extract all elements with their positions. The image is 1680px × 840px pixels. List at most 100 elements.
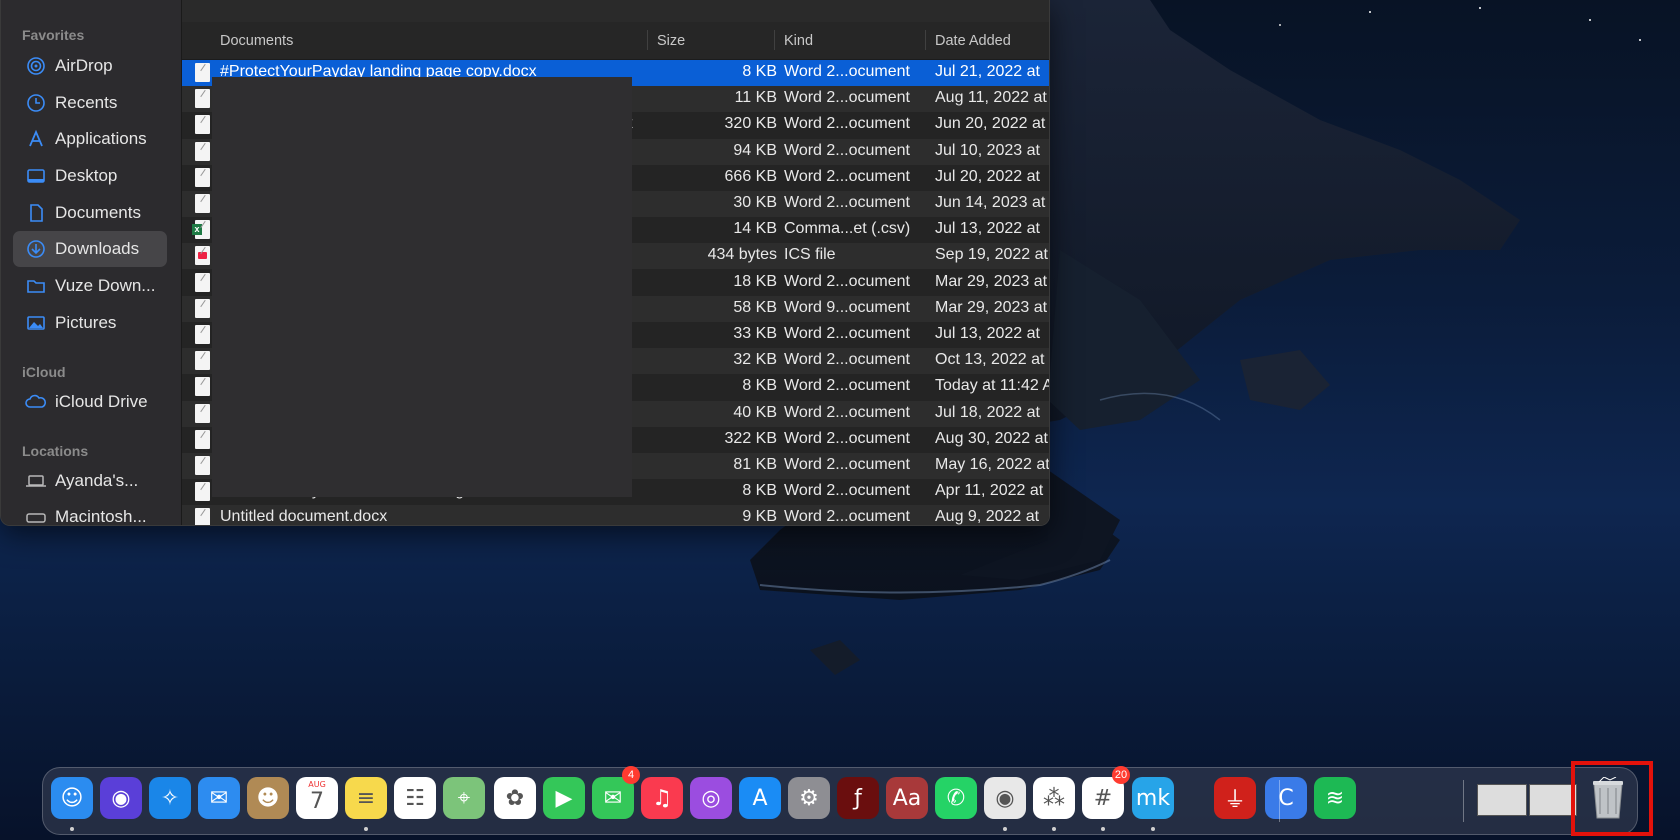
column-divider[interactable] [647, 30, 648, 50]
system-preferences-icon: ⚙ [799, 785, 819, 811]
dock-app-maps[interactable]: ⌖ [443, 777, 485, 819]
facetime-icon: ▶ [555, 785, 573, 811]
dock-app-spotify[interactable]: ≋ [1314, 777, 1356, 819]
dock-app-app-store[interactable]: A [739, 777, 781, 819]
minimized-window-thumbnail[interactable] [1529, 784, 1577, 816]
sidebar-item-ayandas-laptop[interactable]: Ayanda's... [13, 463, 167, 499]
column-date-added[interactable]: Date Added [935, 33, 1011, 49]
document-file-icon [195, 298, 210, 318]
sidebar: Favorites AirDrop Recents Applications D… [1, 0, 182, 525]
file-date-added: Jul 20, 2022 at [935, 167, 1040, 185]
column-kind[interactable]: Kind [784, 33, 813, 49]
sidebar-item-recents[interactable]: Recents [13, 85, 167, 121]
finder-window: Favorites AirDrop Recents Applications D… [0, 0, 1050, 526]
dock-app-chrome[interactable]: ◉ [984, 777, 1026, 819]
column-divider[interactable] [774, 30, 775, 50]
file-date-added: Jul 18, 2022 at [935, 403, 1040, 421]
whatsapp-icon: ✆ [946, 785, 966, 811]
sidebar-section-favorites: Favorites [22, 27, 85, 43]
dock-app-whatsapp[interactable]: ✆ [935, 777, 977, 819]
column-divider[interactable] [925, 30, 926, 50]
dock-app-calendar[interactable]: AUG 7 [296, 777, 338, 819]
column-name[interactable]: Documents [220, 33, 293, 49]
dock-app-safari[interactable]: ✧ [149, 777, 191, 819]
sidebar-item-label: Pictures [55, 313, 117, 332]
dock-app-contacts[interactable]: ☻ [247, 777, 289, 819]
file-date-added: Oct 13, 2022 at [935, 351, 1045, 369]
document-file-icon [195, 351, 210, 371]
sidebar-item-label: AirDrop [55, 56, 113, 75]
running-indicator [1003, 827, 1007, 831]
dock-app-finder[interactable]: ☺ [51, 777, 93, 819]
sidebar-item-label: Desktop [55, 166, 118, 185]
spotify-icon: ≋ [1325, 785, 1345, 811]
file-kind: Word 2...ocument [784, 482, 910, 500]
file-row[interactable]: Untitled document.docx 9 KB Word 2...ocume… [182, 505, 1049, 526]
dock-app-mk[interactable]: mk [1132, 777, 1174, 819]
dock-app-c-app[interactable]: C [1265, 777, 1307, 819]
sidebar-item-applications[interactable]: Applications [13, 121, 167, 157]
safari-icon: ✧ [160, 785, 180, 811]
sidebar-item-label: iCloud Drive [55, 392, 148, 411]
sidebar-item-pictures[interactable]: Pictures [13, 305, 167, 341]
file-date-added: Today at 11:42 A [935, 377, 1050, 395]
dock-app-music[interactable]: ♫ [641, 777, 683, 819]
file-kind: Word 2...ocument [784, 141, 910, 159]
file-kind: Word 2...ocument [784, 403, 910, 421]
sidebar-item-label: Recents [55, 93, 118, 112]
dock-app-mail[interactable]: ✉ [198, 777, 240, 819]
running-indicator [364, 827, 368, 831]
sidebar-item-airdrop[interactable]: AirDrop [13, 48, 167, 84]
sidebar-item-label: Macintosh... [55, 507, 147, 526]
folder-icon [23, 276, 49, 296]
dock-app-system-preferences[interactable]: ⚙ [788, 777, 830, 819]
file-kind: Word 2...ocument [784, 456, 910, 473]
file-size: 81 KB [733, 456, 777, 473]
file-kind: Word 2...ocument [784, 325, 910, 342]
slack-icon: # [1093, 785, 1113, 811]
dock-app-acrobat[interactable]: ⏚ [1214, 777, 1256, 819]
sidebar-item-macintosh-hd[interactable]: Macintosh... [13, 499, 167, 526]
document-file-icon [195, 115, 210, 135]
clock-icon [23, 93, 49, 113]
running-indicator [1151, 827, 1155, 831]
minimized-window-thumbnail[interactable] [1477, 784, 1527, 816]
file-name: Untitled document.docx [220, 508, 388, 526]
flash-icon: ƒ [854, 785, 862, 811]
dock-app-reminders[interactable]: ☷ [394, 777, 436, 819]
sidebar-item-vuze-downloads[interactable]: Vuze Down... [13, 268, 167, 304]
dock-app-asana[interactable]: ⁂ [1033, 777, 1075, 819]
dock-app-dictionary[interactable]: Aa [886, 777, 928, 819]
document-file-icon [195, 325, 210, 344]
file-size: 434 bytes [707, 246, 777, 264]
contacts-icon: ☻ [256, 785, 280, 811]
column-size[interactable]: Size [657, 33, 685, 49]
siri-icon: ◉ [111, 785, 131, 811]
sidebar-item-icloud-drive[interactable]: iCloud Drive [13, 384, 167, 420]
sidebar-item-desktop[interactable]: Desktop [13, 158, 167, 194]
dock-app-notes[interactable]: ≡ [345, 777, 387, 819]
toolbar [182, 0, 1049, 23]
file-size: 666 KB [724, 167, 777, 185]
dock-app-photos[interactable]: ✿ [494, 777, 536, 819]
music-icon: ♫ [652, 785, 672, 811]
file-size: 322 KB [724, 429, 777, 447]
redacted-area [212, 77, 632, 497]
calendar-file-icon [195, 246, 210, 266]
trash-highlight-box [1571, 761, 1653, 836]
finder-icon: ☺ [60, 785, 84, 811]
file-kind: Word 2...ocument [784, 508, 910, 526]
sidebar-item-downloads[interactable]: Downloads [13, 231, 167, 267]
file-date-added: Mar 29, 2023 at [935, 272, 1048, 290]
sidebar-section-locations: Locations [22, 443, 89, 459]
dock-app-podcasts[interactable]: ◎ [690, 777, 732, 819]
photos-icon: ✿ [505, 785, 525, 811]
dock-app-flash[interactable]: ƒ [837, 777, 879, 819]
dock-app-siri[interactable]: ◉ [100, 777, 142, 819]
file-date-added: Jul 10, 2023 at [935, 141, 1040, 159]
sidebar-item-documents[interactable]: Documents [13, 195, 167, 231]
running-indicator [1052, 827, 1056, 831]
dock-app-facetime[interactable]: ▶ [543, 777, 585, 819]
file-size: 58 KB [733, 298, 777, 316]
file-kind: Comma...et (.csv) [784, 220, 911, 238]
